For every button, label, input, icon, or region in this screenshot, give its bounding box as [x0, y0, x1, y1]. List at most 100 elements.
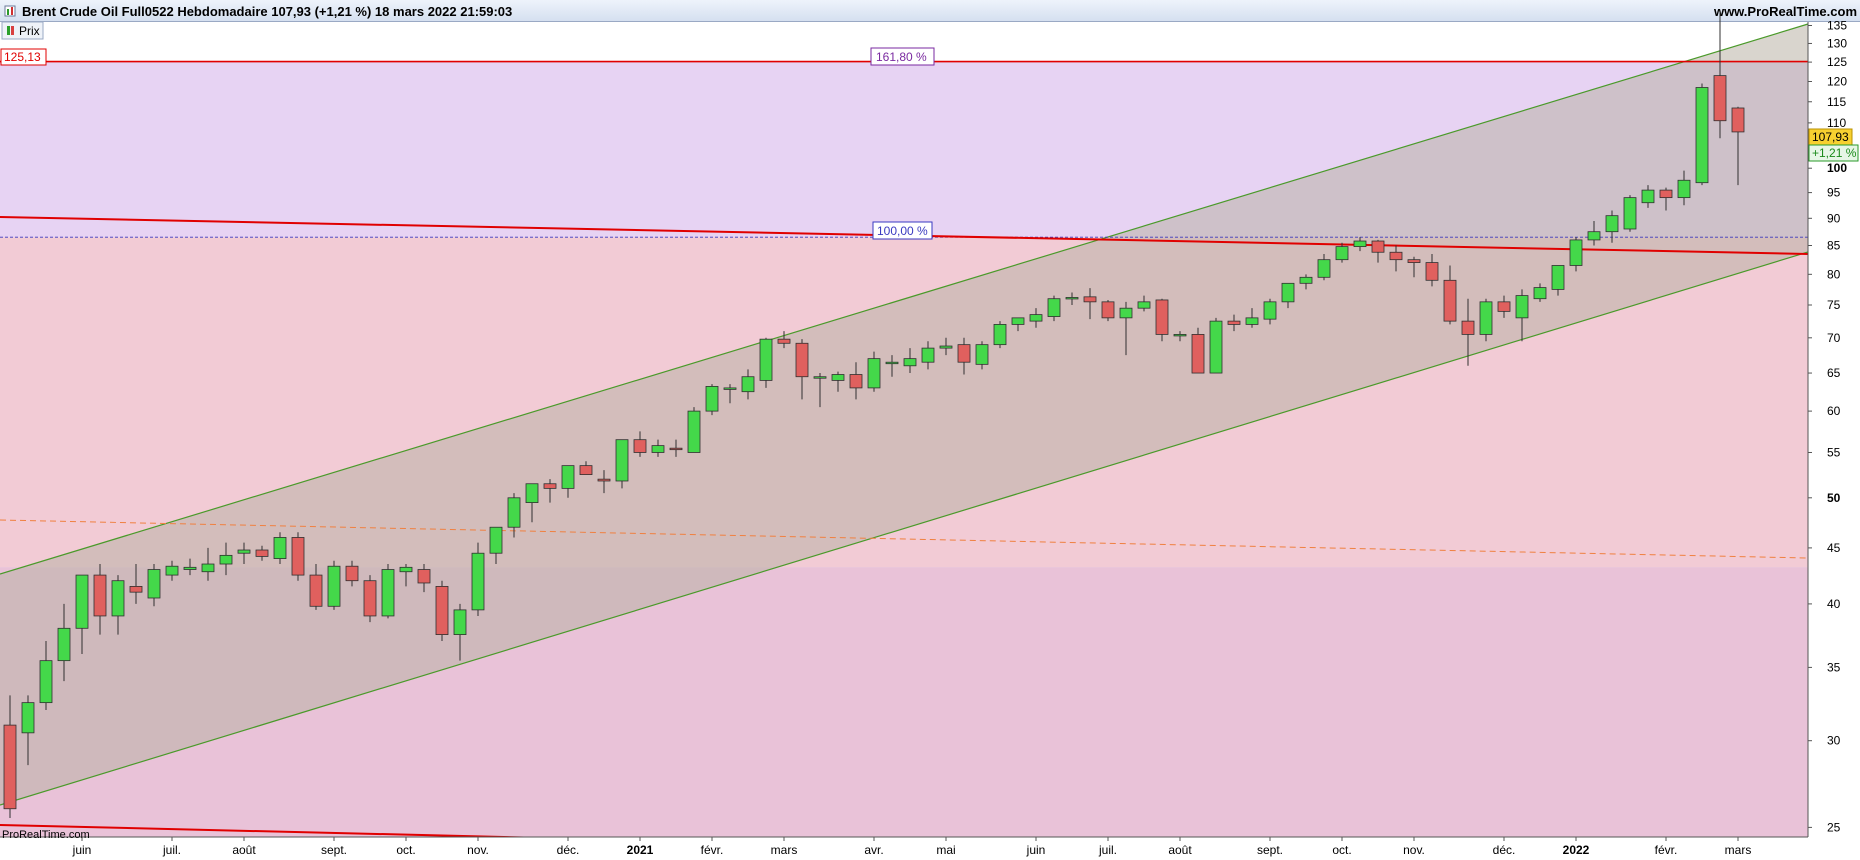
candle: [1695, 83, 1709, 186]
candle: [291, 532, 305, 581]
y-tick-label: 80: [1827, 267, 1841, 281]
y-tick-label: 135: [1827, 19, 1847, 33]
candle: [1101, 299, 1115, 322]
candle-body: [1461, 320, 1475, 335]
candle-body: [165, 565, 179, 576]
candle-body: [435, 586, 449, 635]
candle-body: [885, 361, 899, 365]
fib-top-price-label: 125,13: [0, 48, 47, 66]
candle-body: [1047, 298, 1061, 317]
candle-body: [399, 566, 413, 573]
candle-body: [993, 324, 1007, 346]
candle-body: [1407, 259, 1421, 263]
candle-body: [975, 344, 989, 365]
x-tick-label: juin: [1026, 843, 1046, 857]
candle-body: [417, 569, 431, 584]
candle-body: [471, 552, 485, 611]
last-price-text: 107,93: [1812, 130, 1849, 144]
x-tick-label: juil.: [162, 843, 181, 857]
x-tick-label: févr.: [701, 843, 724, 857]
candle-body: [1083, 296, 1097, 303]
fib-level-100-label: 100,00 %: [872, 221, 933, 240]
fib-level-161-label: 161,80 %: [870, 47, 935, 66]
x-tick-label: oct.: [396, 843, 415, 857]
candle-body: [1245, 317, 1259, 325]
y-tick-label: 35: [1827, 660, 1841, 674]
candle-body: [57, 627, 71, 662]
candle-body: [1641, 189, 1655, 204]
candle-body: [273, 537, 287, 559]
candle-body: [705, 386, 719, 412]
legend-label: Prix: [19, 24, 40, 38]
y-tick-label: 120: [1827, 75, 1847, 89]
candle: [993, 321, 1007, 349]
y-tick-label: 115: [1827, 95, 1846, 109]
candle-body: [291, 537, 305, 576]
candle-body: [1335, 246, 1349, 261]
x-tick-label: mars: [771, 843, 798, 857]
fib-level-161-text: 161,80 %: [876, 50, 927, 64]
candle-body: [777, 338, 791, 344]
candle-body: [1119, 307, 1133, 319]
candle-body: [183, 566, 197, 570]
candle-body: [1227, 320, 1241, 325]
x-tick-label: avr.: [864, 843, 883, 857]
candle-body: [597, 478, 611, 482]
candle-body: [129, 586, 143, 593]
candle-body: [957, 344, 971, 363]
candle-body: [75, 574, 89, 629]
candle-body: [21, 702, 35, 734]
x-tick-label: août: [1168, 843, 1192, 857]
y-tick-label: 60: [1827, 404, 1841, 418]
x-tick-label: déc.: [557, 843, 580, 857]
candle-body: [1443, 279, 1457, 322]
candle: [687, 407, 701, 453]
candle-body: [723, 387, 737, 390]
candle: [327, 560, 341, 610]
candle-body: [93, 574, 107, 617]
candle-body: [1533, 287, 1547, 300]
x-tick-label: mars: [1725, 843, 1752, 857]
watermark: ProRealTime.com: [2, 829, 90, 841]
legend-prix[interactable]: Prix: [1, 21, 44, 40]
candle-body: [1551, 265, 1565, 290]
candle-body: [921, 347, 935, 363]
candle-body: [453, 609, 467, 635]
candle-body: [849, 374, 863, 389]
x-tick-label: févr.: [1655, 843, 1678, 857]
candle-body: [1569, 239, 1583, 266]
candle: [705, 384, 719, 416]
candle-body: [1731, 107, 1745, 133]
candle-body: [795, 342, 809, 378]
y-tick-label: 50: [1827, 491, 1841, 505]
price-chart[interactable]: 2530354045505560657075808590951001051101…: [0, 0, 1860, 860]
candle-body: [543, 483, 557, 489]
x-tick-label: 2021: [627, 843, 654, 857]
x-tick-label: oct.: [1332, 843, 1351, 857]
candle-body: [939, 345, 953, 349]
candle-body: [1497, 301, 1511, 312]
candle-body: [1389, 251, 1403, 261]
candle-body: [525, 483, 539, 503]
y-tick-label: 45: [1827, 541, 1841, 555]
candle-body: [1623, 197, 1637, 230]
candle-body: [1695, 87, 1709, 184]
y-tick-label: 90: [1827, 211, 1841, 225]
y-tick-label: 25: [1827, 820, 1841, 834]
candle: [615, 439, 629, 489]
candle-body: [1065, 297, 1079, 300]
candle-body: [1029, 314, 1043, 322]
candle-body: [1677, 179, 1691, 199]
candle-body: [1191, 334, 1205, 374]
candle-body: [1479, 301, 1493, 335]
candle: [381, 564, 395, 619]
candle-body: [1263, 301, 1277, 320]
y-tick-label: 40: [1827, 597, 1841, 611]
x-tick-label: 2022: [1563, 843, 1590, 857]
candle-body: [1173, 334, 1187, 337]
x-tick-label: mai: [936, 843, 955, 857]
y-tick-label: 85: [1827, 238, 1841, 252]
candle-body: [201, 563, 215, 573]
y-tick-label: 95: [1827, 186, 1841, 200]
y-tick-label: 30: [1827, 734, 1841, 748]
